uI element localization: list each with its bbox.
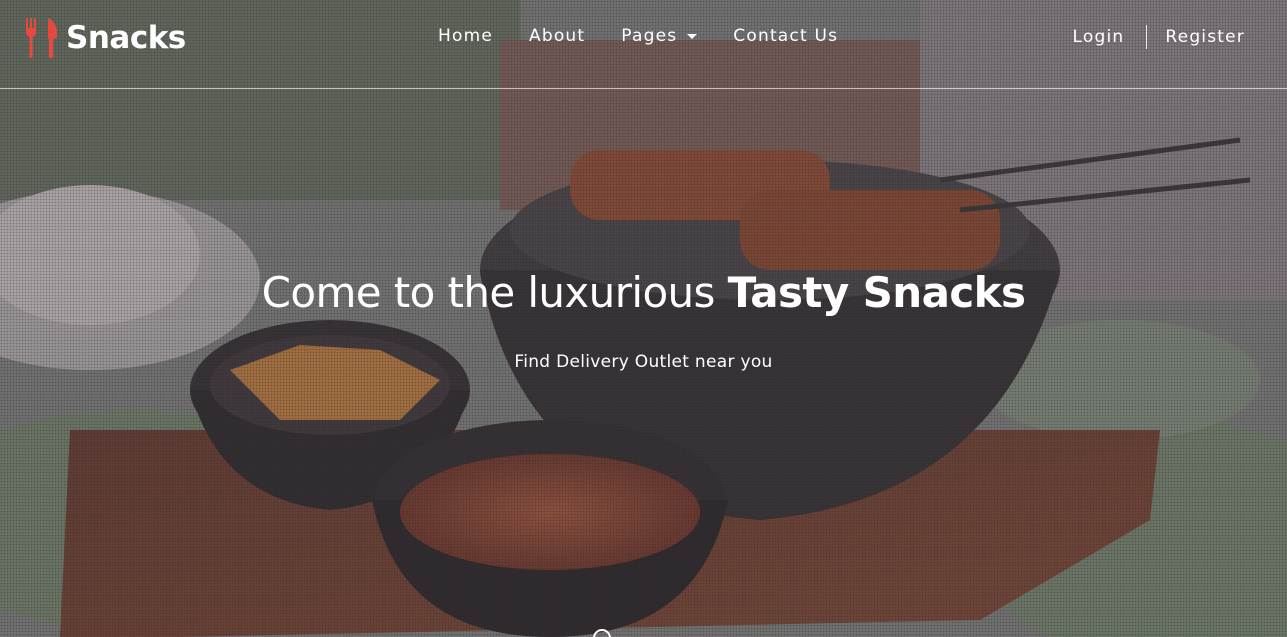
nav-link-pages-dropdown[interactable]: Pages	[621, 22, 698, 50]
nav-link-contact-us[interactable]: Contact Us	[733, 22, 838, 50]
brand-logo-link[interactable]: Snacks	[24, 18, 186, 58]
nav-link-home[interactable]: Home	[438, 22, 493, 50]
hero-section: Snacks Home About Pages Contact Us Login	[0, 0, 1287, 637]
fork-knife-icon	[26, 18, 57, 58]
main-menu: Home About Pages Contact Us	[420, 22, 856, 50]
hero-overlay	[0, 0, 1287, 637]
register-link[interactable]: Register	[1165, 23, 1245, 51]
login-link[interactable]: Login	[1073, 23, 1125, 51]
caret-down-icon	[687, 33, 698, 39]
nav-link-pages-label: Pages	[621, 26, 678, 46]
nav-item-home: Home	[420, 22, 511, 50]
hero-subtitle: Find Delivery Outlet near you	[514, 352, 773, 372]
nav-link-about[interactable]: About	[529, 22, 585, 50]
auth-divider	[1146, 25, 1148, 49]
hero-title-regular: Come to the luxurious	[261, 268, 728, 317]
nav-item-pages: Pages	[603, 22, 715, 50]
hero-title: Come to the luxurious Tasty Snacks	[0, 268, 1287, 317]
brand-name: Snacks	[66, 20, 186, 56]
auth-links: Login Register	[1073, 23, 1245, 51]
nav-item-contact: Contact Us	[715, 22, 856, 50]
top-navbar: Snacks Home About Pages Contact Us Login	[0, 0, 1287, 89]
nav-item-about: About	[511, 22, 603, 50]
hero-title-bold: Tasty Snacks	[727, 268, 1026, 317]
